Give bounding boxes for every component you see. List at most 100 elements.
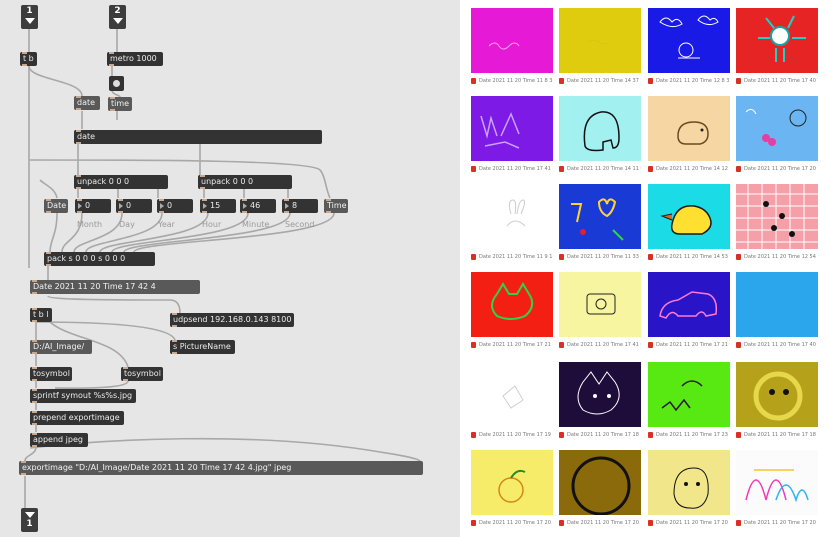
metro-object[interactable]: metro 1000 [107, 52, 163, 66]
path-message[interactable]: D:/AI_Image/ [30, 340, 92, 354]
image-thumbnail[interactable] [559, 184, 641, 249]
image-thumbnail[interactable] [648, 362, 730, 427]
image-thumbnail[interactable] [471, 8, 553, 73]
date-message[interactable]: date [74, 96, 100, 110]
image-filename: Date 2021 11 20 Time 17 20 ... [656, 520, 730, 526]
image-tile[interactable]: Date 2021 11 20 Time 14 37 2... [559, 8, 641, 85]
image-thumbnail[interactable] [559, 450, 641, 515]
image-tile[interactable]: Date 2021 11 20 Time 17 20 ... [559, 450, 641, 527]
image-tile[interactable]: Date 2021 11 20 Time 14 53 1... [648, 184, 730, 261]
image-tile[interactable]: Date 2021 11 20 Time 11 33 4... [559, 184, 641, 261]
image-tile[interactable]: Date 2021 11 20 Time 17 20 ... [648, 450, 730, 527]
number-box-year[interactable]: 0 [157, 199, 193, 213]
max-patcher-canvas[interactable]: 1 2 t b metro 1000 date time date unpack… [0, 0, 460, 537]
image-tile[interactable]: Date 2021 11 20 Time 17 19 ... [471, 362, 553, 439]
image-thumbnail[interactable] [648, 450, 730, 515]
image-tile[interactable]: Date 2021 11 20 Time 17 20 ... [471, 450, 553, 527]
date-label-message[interactable]: Date [44, 199, 68, 213]
prepend-object[interactable]: prepend exportimage [30, 411, 124, 425]
sprintf-object[interactable]: sprintf symout %s%s.jpg [30, 389, 136, 403]
image-tile[interactable]: Date 2021 11 20 Time 17 20 ... [736, 450, 818, 527]
image-tile[interactable]: Date 2021 11 20 Time 17 40 ... [736, 272, 818, 349]
image-tile[interactable]: Date 2021 11 20 Time 17 41 0... [559, 272, 641, 349]
number-box-minute[interactable]: 46 [240, 199, 276, 213]
image-file-icon [471, 341, 476, 348]
month-label: Month [77, 220, 103, 229]
image-thumbnail[interactable] [648, 272, 730, 337]
image-thumbnail[interactable] [648, 8, 730, 73]
image-thumbnail[interactable] [471, 272, 553, 337]
image-gallery: Date 2021 11 20 Time 11 8 37... Date 2021… [466, 0, 826, 537]
image-file-icon [559, 165, 564, 172]
image-tile[interactable]: Date 2021 11 20 Time 12 8 3 ... [648, 8, 730, 85]
image-tile[interactable]: Date 2021 11 20 Time 12 54 5... [736, 184, 818, 261]
tosymbol-object-1[interactable]: tosymbol [30, 367, 72, 381]
image-tile[interactable]: Date 2021 11 20 Time 11 8 37... [471, 8, 553, 85]
patch-cords [24, 26, 421, 510]
image-thumbnail[interactable] [736, 96, 818, 161]
inlet-2[interactable]: 2 [109, 5, 126, 29]
image-caption: Date 2021 11 20 Time 17 21 0... [648, 341, 730, 349]
outlet-1[interactable]: 1 [21, 508, 38, 532]
image-thumbnail[interactable] [648, 184, 730, 249]
number-triangle-icon [243, 202, 247, 209]
inlet-1[interactable]: 1 [21, 5, 38, 29]
image-filename: Date 2021 11 20 Time 17 23 ... [656, 432, 730, 438]
image-tile[interactable]: Date 2021 11 20 Time 17 18 ... [559, 362, 641, 439]
image-filename: Date 2021 11 20 Time 12 8 3 ... [656, 78, 730, 84]
time-message[interactable]: time [108, 97, 132, 111]
image-tile[interactable]: Date 2021 11 20 Time 17 20 5... [736, 96, 818, 173]
image-thumbnail[interactable] [471, 184, 553, 249]
image-filename: Date 2021 11 20 Time 17 18 ... [744, 432, 818, 438]
image-file-icon [559, 519, 564, 526]
image-tile[interactable]: Date 2021 11 20 Time 17 41 7... [471, 96, 553, 173]
image-thumbnail[interactable] [471, 450, 553, 515]
image-thumbnail[interactable] [559, 8, 641, 73]
image-tile[interactable]: Date 2021 11 20 Time 17 40 1... [736, 8, 818, 85]
number-box-second[interactable]: 8 [282, 199, 318, 213]
thumbnail-drawing [659, 291, 718, 319]
inlet-arrow-icon [112, 18, 123, 24]
thumbnail-drawing [586, 293, 616, 315]
image-thumbnail[interactable] [648, 96, 730, 161]
image-tile[interactable]: Date 2021 11 20 Time 17 21 ... [471, 272, 553, 349]
number-box-day[interactable]: 0 [116, 199, 152, 213]
image-tile[interactable]: Date 2021 11 20 Time 17 23 ... [648, 362, 730, 439]
trigger-bang-object[interactable]: t b [20, 52, 37, 66]
image-thumbnail[interactable] [471, 96, 553, 161]
send-picture-name-object[interactable]: s PictureName [170, 340, 235, 354]
bang-button[interactable] [109, 76, 124, 91]
image-thumbnail[interactable] [736, 362, 818, 427]
image-thumbnail[interactable] [559, 272, 641, 337]
image-thumbnail[interactable] [736, 8, 818, 73]
image-caption: Date 2021 11 20 Time 17 21 ... [471, 341, 553, 349]
image-thumbnail[interactable] [471, 362, 553, 427]
image-thumbnail[interactable] [736, 272, 818, 337]
pack-object[interactable]: pack s 0 0 0 s 0 0 0 [44, 252, 155, 266]
image-file-icon [736, 77, 741, 84]
date-display-message[interactable]: Date 2021 11 20 Time 17 42 4 [30, 280, 200, 294]
tosymbol-object-2[interactable]: tosymbol [121, 367, 163, 381]
image-filename: Date 2021 11 20 Time 17 20 ... [567, 520, 641, 526]
number-box-hour[interactable]: 15 [200, 199, 236, 213]
image-thumbnail[interactable] [736, 184, 818, 249]
image-tile[interactable]: Date 2021 11 20 Time 17 18 ... [736, 362, 818, 439]
append-object[interactable]: append jpeg [30, 433, 88, 447]
image-tile[interactable]: Date 2021 11 20 Time 14 11 0... [559, 96, 641, 173]
image-tile[interactable]: Date 2021 11 20 Time 14 12 3... [648, 96, 730, 173]
image-thumbnail[interactable] [736, 450, 818, 515]
image-tile[interactable]: Date 2021 11 20 Time 17 21 0... [648, 272, 730, 349]
trigger-bang-list-object[interactable]: t b l [30, 308, 52, 322]
number-box-month[interactable]: 0 [75, 199, 111, 213]
udpsend-object[interactable]: udpsend 192.168.0.143 8100 [170, 313, 294, 327]
exportimage-message[interactable]: exportimage "D:/AI_Image/Date 2021 11 20… [19, 461, 423, 475]
unpack-date-object[interactable]: unpack 0 0 0 [74, 175, 168, 189]
image-tile[interactable]: Date 2021 11 20 Time 11 9 1... [471, 184, 553, 261]
unpack-time-object[interactable]: unpack 0 0 0 [198, 175, 292, 189]
image-thumbnail[interactable] [559, 362, 641, 427]
image-caption: Date 2021 11 20 Time 17 20 ... [471, 519, 553, 527]
date-object[interactable]: date [74, 130, 322, 144]
time-label-message[interactable]: Time [324, 199, 348, 213]
image-thumbnail[interactable] [559, 96, 641, 161]
image-file-icon [736, 341, 741, 348]
